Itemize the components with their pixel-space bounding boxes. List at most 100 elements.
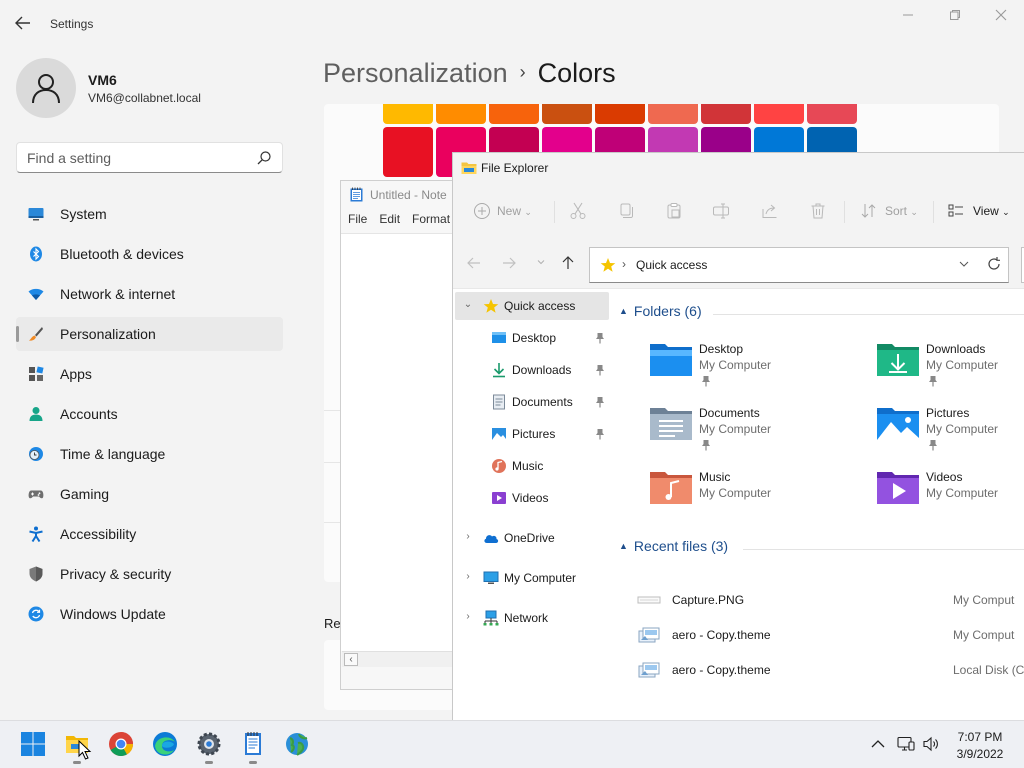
volume-icon[interactable] <box>922 735 940 753</box>
color-swatch[interactable] <box>807 104 857 124</box>
search-box[interactable] <box>16 142 283 173</box>
color-swatch[interactable] <box>648 104 698 124</box>
rename-icon[interactable] <box>712 202 730 220</box>
chevron-right-icon[interactable]: › <box>463 531 473 542</box>
menu-file[interactable]: File <box>348 212 367 226</box>
recent-file-row[interactable]: aero - Copy.theme Local Disk (C <box>613 656 1024 684</box>
search-input[interactable] <box>27 150 247 166</box>
color-swatch[interactable] <box>701 104 751 124</box>
folder-tile-videos[interactable]: Videos My Computer <box>876 468 1024 524</box>
tree-item-label: Network <box>504 611 549 625</box>
tree-item-onedrive[interactable]: › OneDrive <box>455 524 609 552</box>
chevron-up-icon[interactable] <box>870 736 886 752</box>
nav-item-apps[interactable]: Apps <box>16 357 283 391</box>
copy-icon[interactable] <box>617 202 635 220</box>
cut-icon[interactable] <box>569 202 587 220</box>
up-arrow-icon[interactable] <box>559 255 577 273</box>
restore-icon[interactable] <box>940 8 970 26</box>
divider <box>743 549 1024 550</box>
nav-item-windows-update[interactable]: Windows Update <box>16 597 283 631</box>
tree-item-network[interactable]: › Network <box>455 604 609 632</box>
recent-file-row[interactable]: aero - Copy.theme My Comput <box>613 621 1024 649</box>
start-icon[interactable] <box>18 729 48 759</box>
sort-button[interactable]: Sort ⌄ <box>885 204 918 222</box>
clock-time[interactable]: 7:07 PM <box>950 730 1010 744</box>
folder-tile-documents[interactable]: Documents My Computer <box>649 404 869 460</box>
back-arrow-icon[interactable] <box>14 15 34 33</box>
folder-tile-pictures[interactable]: Pictures My Computer <box>876 404 1024 460</box>
pin-icon <box>701 439 710 451</box>
color-swatch[interactable] <box>542 104 592 124</box>
computer-icon <box>483 570 499 586</box>
color-swatch[interactable] <box>436 104 486 124</box>
new-button[interactable]: New ⌄ <box>497 204 532 222</box>
menu-edit[interactable]: Edit <box>379 212 400 226</box>
chevron-right-icon[interactable]: › <box>622 257 626 271</box>
nav-item-system[interactable]: System <box>16 197 283 231</box>
color-swatch[interactable] <box>383 104 433 124</box>
folder-location: My Computer <box>926 358 999 372</box>
search-icon[interactable] <box>256 150 272 166</box>
tree-item-downloads[interactable]: Downloads <box>455 356 609 384</box>
nav-item-time-language[interactable]: Time & language <box>16 437 283 471</box>
address-bar[interactable]: › Quick access <box>589 247 1009 283</box>
avatar[interactable] <box>16 58 76 118</box>
folders-section-header[interactable]: ▲ Folders (6) <box>619 303 702 319</box>
chevron-down-icon[interactable]: ⌄ <box>463 299 473 310</box>
paste-icon[interactable] <box>665 202 683 220</box>
nav-item-bluetooth[interactable]: Bluetooth & devices <box>16 237 283 271</box>
folder-tile-downloads[interactable]: Downloads My Computer <box>876 340 1024 396</box>
breadcrumb-parent[interactable]: Personalization <box>323 58 508 88</box>
forward-arrow-icon[interactable] <box>500 255 518 273</box>
color-swatch[interactable] <box>383 127 433 177</box>
recent-section-header[interactable]: ▲ Recent files (3) <box>619 538 728 554</box>
refresh-icon[interactable] <box>986 256 1002 272</box>
globe-app-icon[interactable] <box>282 729 312 759</box>
tree-item-desktop[interactable]: Desktop <box>455 324 609 352</box>
color-swatch[interactable] <box>754 104 804 124</box>
recent-file-row[interactable]: Capture.PNG My Comput <box>613 586 1024 614</box>
nav-item-network[interactable]: Network & internet <box>16 277 283 311</box>
close-icon[interactable] <box>986 8 1016 26</box>
recent-file-name: Capture.PNG <box>672 593 745 607</box>
chevron-right-icon[interactable]: › <box>463 611 473 622</box>
clock-date[interactable]: 3/9/2022 <box>950 747 1010 761</box>
tree-item-quick-access[interactable]: ⌄ Quick access <box>455 292 609 320</box>
nav-item-accessibility[interactable]: Accessibility <box>16 517 283 551</box>
delete-icon[interactable] <box>809 202 827 220</box>
tree-item-videos[interactable]: Videos <box>455 484 609 512</box>
tree-item-my-computer[interactable]: › My Computer <box>455 564 609 592</box>
recent-locations-chevron-icon[interactable] <box>532 257 550 275</box>
color-swatch[interactable] <box>489 104 539 124</box>
color-swatch[interactable] <box>595 104 645 124</box>
tree-item-pictures[interactable]: Pictures <box>455 420 609 448</box>
horizontal-scrollbar[interactable]: ‹ <box>342 651 454 667</box>
chevron-right-icon[interactable]: › <box>463 571 473 582</box>
minimize-icon[interactable] <box>893 8 923 26</box>
network-monitor-icon[interactable] <box>897 735 915 753</box>
tree-item-documents[interactable]: Documents <box>455 388 609 416</box>
settings-gear-icon[interactable] <box>194 729 224 764</box>
nav-item-gaming[interactable]: Gaming <box>16 477 283 511</box>
view-button[interactable]: View ⌄ <box>973 204 1010 222</box>
menu-format[interactable]: Format <box>412 212 450 226</box>
folder-tile-music[interactable]: Music My Computer <box>649 468 869 524</box>
nav-label: Personalization <box>60 326 156 342</box>
nav-item-personalization[interactable]: Personalization <box>16 317 283 351</box>
folder-tile-desktop[interactable]: Desktop My Computer <box>649 340 869 396</box>
scroll-left-icon[interactable]: ‹ <box>344 653 358 666</box>
notepad-icon[interactable] <box>238 729 268 764</box>
notepad-text-area[interactable] <box>341 233 453 651</box>
edge-icon[interactable] <box>150 729 180 759</box>
notepad-window: Untitled - Note File Edit Format ‹ <box>340 180 454 690</box>
share-icon[interactable] <box>761 202 779 220</box>
tree-item-music[interactable]: Music <box>455 452 609 480</box>
chrome-icon[interactable] <box>106 729 136 759</box>
view-icon <box>947 202 965 220</box>
chevron-down-icon[interactable] <box>958 258 970 273</box>
back-arrow-icon[interactable] <box>465 255 483 273</box>
nav-item-privacy[interactable]: Privacy & security <box>16 557 283 591</box>
nav-item-accounts[interactable]: Accounts <box>16 397 283 431</box>
related-settings-label: Re <box>324 616 341 631</box>
recent-file-name: aero - Copy.theme <box>672 663 771 677</box>
